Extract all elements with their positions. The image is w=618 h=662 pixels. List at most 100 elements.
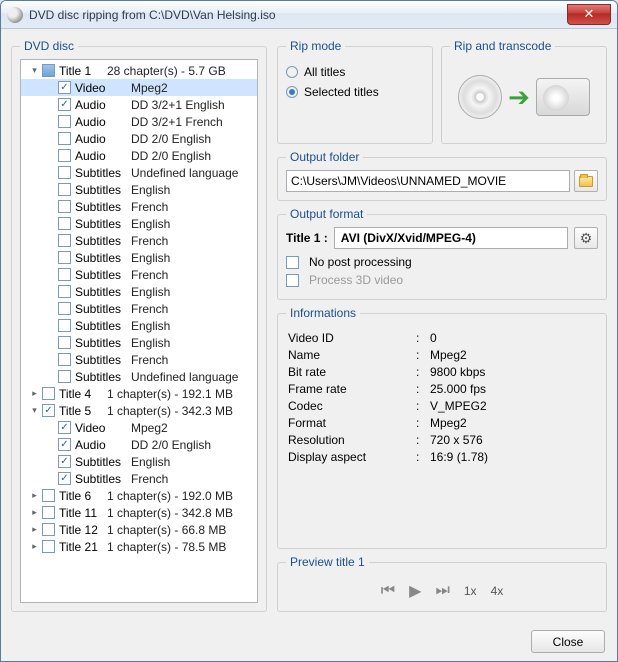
transcode-button[interactable]: ➔ bbox=[450, 59, 598, 135]
tree-label: Video bbox=[75, 81, 131, 95]
checkbox-icon[interactable] bbox=[58, 251, 71, 264]
tree-row[interactable]: AudioDD 3/2+1 English bbox=[21, 96, 257, 113]
expand-icon bbox=[45, 269, 56, 280]
checkbox-icon[interactable] bbox=[58, 149, 71, 162]
close-button[interactable]: Close bbox=[531, 630, 605, 653]
tree-row[interactable]: SubtitlesEnglish bbox=[21, 453, 257, 470]
tree-row[interactable]: SubtitlesEnglish bbox=[21, 334, 257, 351]
speed-4x[interactable]: 4x bbox=[491, 584, 504, 598]
checkbox-icon[interactable] bbox=[58, 472, 71, 485]
tree-row[interactable]: ▸Title 121 chapter(s) - 66.8 MB bbox=[21, 521, 257, 538]
tree-row[interactable]: ▾Title 51 chapter(s) - 342.3 MB bbox=[21, 402, 257, 419]
checkbox-icon[interactable] bbox=[58, 285, 71, 298]
checkbox-icon[interactable] bbox=[58, 132, 71, 145]
expand-icon[interactable]: ▸ bbox=[29, 507, 40, 518]
checkbox-icon[interactable] bbox=[58, 455, 71, 468]
tree-row[interactable]: VideoMpeg2 bbox=[21, 419, 257, 436]
expand-icon[interactable]: ▸ bbox=[29, 490, 40, 501]
checkbox-icon[interactable] bbox=[58, 302, 71, 315]
prev-button[interactable]: ⏮ bbox=[381, 582, 395, 600]
expand-icon[interactable]: ▾ bbox=[29, 405, 40, 416]
checkbox-icon[interactable] bbox=[42, 540, 55, 553]
expand-icon bbox=[45, 439, 56, 450]
radio-selected-label: Selected titles bbox=[304, 85, 379, 99]
radio-selected-titles[interactable]: Selected titles bbox=[286, 85, 424, 99]
checkbox-icon[interactable] bbox=[42, 404, 55, 417]
tree-row[interactable]: SubtitlesEnglish bbox=[21, 249, 257, 266]
tree-row[interactable]: SubtitlesEnglish bbox=[21, 215, 257, 232]
ripmode-legend: Rip mode bbox=[286, 39, 345, 53]
next-button[interactable]: ⏭ bbox=[435, 582, 449, 600]
expand-icon[interactable]: ▾ bbox=[29, 65, 40, 76]
expand-icon[interactable]: ▸ bbox=[29, 524, 40, 535]
info-colon: : bbox=[416, 432, 430, 449]
tree-row[interactable]: SubtitlesUndefined language bbox=[21, 368, 257, 385]
tree-row[interactable]: SubtitlesUndefined language bbox=[21, 164, 257, 181]
checkbox-icon[interactable] bbox=[58, 217, 71, 230]
checkbox-icon[interactable] bbox=[58, 234, 71, 247]
expand-icon[interactable]: ▸ bbox=[29, 388, 40, 399]
tree-row[interactable]: AudioDD 2/0 English bbox=[21, 436, 257, 453]
tree-row[interactable]: ▸Title 41 chapter(s) - 192.1 MB bbox=[21, 385, 257, 402]
tree-desc: 1 chapter(s) - 66.8 MB bbox=[107, 523, 226, 537]
tree-row[interactable]: SubtitlesFrench bbox=[21, 470, 257, 487]
tree-row[interactable]: SubtitlesEnglish bbox=[21, 181, 257, 198]
checkbox-icon[interactable] bbox=[42, 506, 55, 519]
info-group: Informations Video ID: 0Name: Mpeg2Bit r… bbox=[277, 306, 607, 549]
format-input[interactable] bbox=[334, 227, 568, 249]
checkbox-icon[interactable] bbox=[58, 336, 71, 349]
checkbox-icon[interactable] bbox=[42, 489, 55, 502]
checkbox-icon[interactable] bbox=[58, 166, 71, 179]
play-button[interactable]: ▶ bbox=[409, 581, 421, 601]
gear-icon: ⚙ bbox=[580, 230, 593, 247]
checkbox-icon[interactable] bbox=[58, 438, 71, 451]
checkbox-icon[interactable] bbox=[58, 421, 71, 434]
expand-icon bbox=[45, 354, 56, 365]
info-key: Name bbox=[288, 347, 416, 364]
disc-icon bbox=[458, 75, 502, 119]
format-title-label: Title 1 : bbox=[286, 231, 328, 245]
browse-folder-button[interactable] bbox=[574, 170, 598, 192]
tree-row[interactable]: ▸Title 211 chapter(s) - 78.5 MB bbox=[21, 538, 257, 555]
tree-row[interactable]: SubtitlesFrench bbox=[21, 198, 257, 215]
disc-tree[interactable]: ▾Title 128 chapter(s) - 5.7 GBVideoMpeg2… bbox=[20, 59, 258, 603]
checkbox-icon[interactable] bbox=[58, 200, 71, 213]
expand-icon[interactable]: ▸ bbox=[29, 541, 40, 552]
checkbox-icon[interactable] bbox=[58, 370, 71, 383]
checkbox-icon[interactable] bbox=[58, 115, 71, 128]
radio-all-titles[interactable]: All titles bbox=[286, 65, 424, 79]
checkbox-icon[interactable] bbox=[58, 353, 71, 366]
tree-row[interactable]: SubtitlesEnglish bbox=[21, 317, 257, 334]
checkbox-icon[interactable] bbox=[58, 98, 71, 111]
checkbox-icon[interactable] bbox=[42, 523, 55, 536]
tree-row[interactable]: ▸Title 111 chapter(s) - 342.8 MB bbox=[21, 504, 257, 521]
no-post-processing-checkbox[interactable]: No post processing bbox=[286, 255, 598, 269]
tree-row[interactable]: SubtitlesEnglish bbox=[21, 283, 257, 300]
output-folder-input[interactable] bbox=[286, 170, 570, 192]
tree-row[interactable]: AudioDD 2/0 English bbox=[21, 130, 257, 147]
checkbox-icon[interactable] bbox=[58, 268, 71, 281]
checkbox-icon[interactable] bbox=[58, 183, 71, 196]
format-settings-button[interactable]: ⚙ bbox=[574, 227, 598, 249]
tree-row[interactable]: SubtitlesFrench bbox=[21, 351, 257, 368]
tree-row[interactable]: SubtitlesFrench bbox=[21, 300, 257, 317]
tree-row[interactable]: VideoMpeg2 bbox=[21, 79, 257, 96]
ripmode-group: Rip mode All titles Selected titles bbox=[277, 39, 433, 144]
tree-row[interactable]: AudioDD 2/0 English bbox=[21, 147, 257, 164]
tree-row[interactable]: SubtitlesFrench bbox=[21, 266, 257, 283]
folder-icon bbox=[579, 176, 593, 187]
tree-row[interactable]: ▾Title 128 chapter(s) - 5.7 GB bbox=[21, 62, 257, 79]
tree-row[interactable]: AudioDD 3/2+1 French bbox=[21, 113, 257, 130]
expand-icon bbox=[45, 371, 56, 382]
tree-row[interactable]: SubtitlesFrench bbox=[21, 232, 257, 249]
speed-1x[interactable]: 1x bbox=[464, 584, 477, 598]
tree-desc: English bbox=[131, 319, 170, 333]
tree-row[interactable]: ▸Title 61 chapter(s) - 192.0 MB bbox=[21, 487, 257, 504]
window-close-button[interactable]: ✕ bbox=[567, 4, 611, 25]
checkbox-icon[interactable] bbox=[58, 319, 71, 332]
checkbox-icon[interactable] bbox=[42, 64, 55, 77]
checkbox-icon[interactable] bbox=[42, 387, 55, 400]
expand-icon bbox=[45, 337, 56, 348]
info-key: Display aspect bbox=[288, 449, 416, 466]
checkbox-icon[interactable] bbox=[58, 81, 71, 94]
